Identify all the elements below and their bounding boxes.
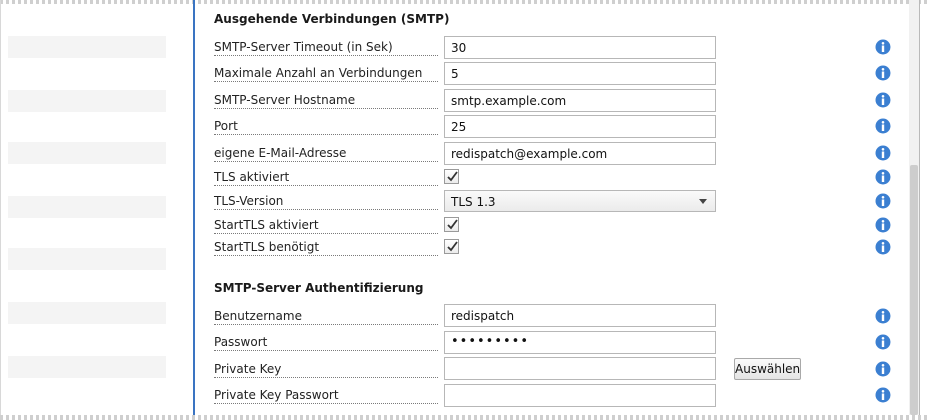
- checkmark-icon: [447, 219, 458, 230]
- info-icon[interactable]: [875, 308, 891, 324]
- info-icon[interactable]: [875, 145, 891, 161]
- checkmark-icon: [447, 171, 458, 182]
- scrollbar-thumb[interactable]: [910, 165, 918, 415]
- max-connections-field[interactable]: 5: [444, 62, 716, 85]
- hostname-field[interactable]: smtp.example.com: [444, 89, 716, 112]
- password-field[interactable]: •••••••••: [444, 331, 716, 354]
- tls-version-value: TLS 1.3: [451, 195, 496, 209]
- sidebar-row[interactable]: [8, 356, 166, 378]
- settings-frame: Ausgehende Verbindungen (SMTP) SMTP-Serv…: [0, 0, 930, 420]
- section-title-auth: SMTP-Server Authentifizierung: [214, 281, 424, 295]
- username-field[interactable]: redispatch: [444, 304, 716, 327]
- sidebar-row[interactable]: [8, 302, 166, 324]
- timeout-field[interactable]: 30: [444, 36, 716, 59]
- password-label: Passwort: [214, 335, 438, 351]
- port-label: Port: [214, 119, 438, 135]
- chevron-down-icon: [699, 199, 707, 204]
- info-icon[interactable]: [875, 387, 891, 403]
- private-key-password-label: Private Key Passwort: [214, 388, 438, 404]
- sidebar-row[interactable]: [8, 36, 166, 58]
- starttls-required-label: StartTLS benötigt: [214, 240, 438, 256]
- info-icon[interactable]: [875, 65, 891, 81]
- info-icon[interactable]: [875, 193, 891, 209]
- sidebar-row[interactable]: [8, 90, 166, 112]
- starttls-enabled-label: StartTLS aktiviert: [214, 218, 438, 234]
- max-connections-label: Maximale Anzahl an Verbindungen: [214, 66, 438, 82]
- username-label: Benutzername: [214, 309, 438, 325]
- section-title-outgoing: Ausgehende Verbindungen (SMTP): [214, 12, 450, 26]
- select-private-key-button[interactable]: Auswählen: [734, 358, 801, 380]
- hostname-label: SMTP-Server Hostname: [214, 93, 438, 109]
- starttls-required-checkbox[interactable]: [444, 239, 459, 254]
- info-icon[interactable]: [875, 39, 891, 55]
- starttls-enabled-checkbox[interactable]: [444, 217, 459, 232]
- info-icon[interactable]: [875, 169, 891, 185]
- info-icon[interactable]: [875, 92, 891, 108]
- tls-version-select[interactable]: TLS 1.3: [444, 190, 716, 212]
- own-email-label: eigene E-Mail-Adresse: [214, 146, 438, 162]
- info-icon[interactable]: [875, 361, 891, 377]
- tls-version-label: TLS-Version: [214, 194, 438, 210]
- private-key-password-field[interactable]: [444, 384, 716, 407]
- panel-divider: [193, 0, 195, 420]
- tls-enabled-label: TLS aktiviert: [214, 170, 438, 186]
- sidebar-row[interactable]: [8, 248, 166, 270]
- own-email-field[interactable]: redispatch@example.com: [444, 142, 716, 165]
- checkmark-icon: [447, 241, 458, 252]
- timeout-label: SMTP-Server Timeout (in Sek): [214, 40, 438, 56]
- port-field[interactable]: 25: [444, 115, 716, 138]
- info-icon[interactable]: [875, 239, 891, 255]
- tls-enabled-checkbox[interactable]: [444, 169, 459, 184]
- torn-edge-bottom: [0, 415, 930, 420]
- window-right-edge: [919, 0, 920, 420]
- info-icon[interactable]: [875, 334, 891, 350]
- sidebar-row[interactable]: [8, 142, 166, 164]
- sidebar-row[interactable]: [8, 196, 166, 218]
- info-icon[interactable]: [875, 118, 891, 134]
- private-key-field[interactable]: [444, 357, 716, 380]
- private-key-label: Private Key: [214, 362, 438, 378]
- info-icon[interactable]: [875, 217, 891, 233]
- window-left-edge: [0, 0, 1, 420]
